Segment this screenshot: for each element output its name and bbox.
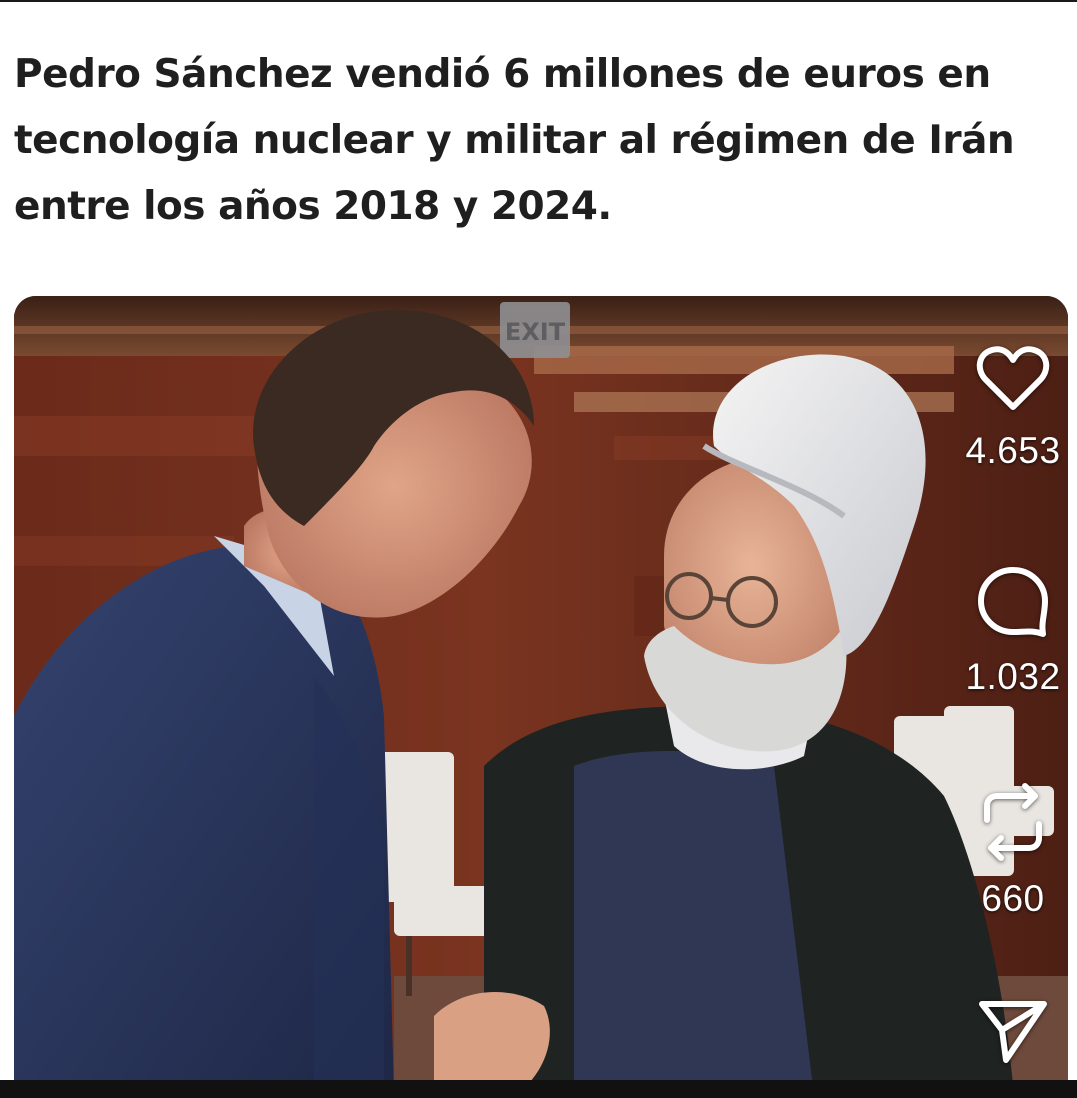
send-icon[interactable] <box>976 996 1050 1066</box>
repost-action: 660 <box>958 782 1068 920</box>
photo-scene: EXIT <box>14 296 1068 1096</box>
share-action <box>958 996 1068 1066</box>
like-action: 4.653 <box>958 344 1068 472</box>
post-headline: Pedro Sánchez vendió 6 millones de euros… <box>14 52 1015 229</box>
post-photo[interactable]: EXIT 4.653 1.032 660 <box>14 296 1068 1096</box>
comment-action: 1.032 <box>958 564 1068 698</box>
top-divider <box>0 0 1077 2</box>
heart-icon[interactable] <box>976 344 1050 414</box>
comment-count: 1.032 <box>965 656 1061 697</box>
comment-bubble-icon[interactable] <box>975 564 1051 640</box>
like-count: 4.653 <box>965 430 1061 471</box>
repost-icon[interactable] <box>977 782 1049 862</box>
bottom-bar <box>0 1080 1077 1098</box>
repost-count: 660 <box>981 878 1045 919</box>
exit-sign-text: EXIT <box>505 318 566 346</box>
